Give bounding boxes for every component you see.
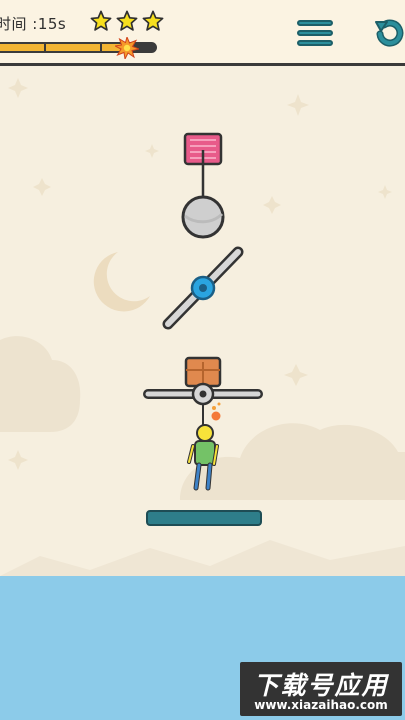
wooden-crate <box>184 356 222 388</box>
watermark-url: www.xiazaihao.com <box>254 698 388 712</box>
grey-ball <box>181 195 225 239</box>
site-watermark: 下载号应用 www.xiazaihao.com <box>240 662 402 716</box>
landing-platform <box>146 510 262 526</box>
fuse-spark <box>211 402 221 421</box>
stickman-character <box>187 424 219 491</box>
watermark-title: 下载号应用 <box>253 671 389 700</box>
horizontal-bar[interactable] <box>143 382 263 406</box>
rotating-bar[interactable] <box>162 246 244 330</box>
